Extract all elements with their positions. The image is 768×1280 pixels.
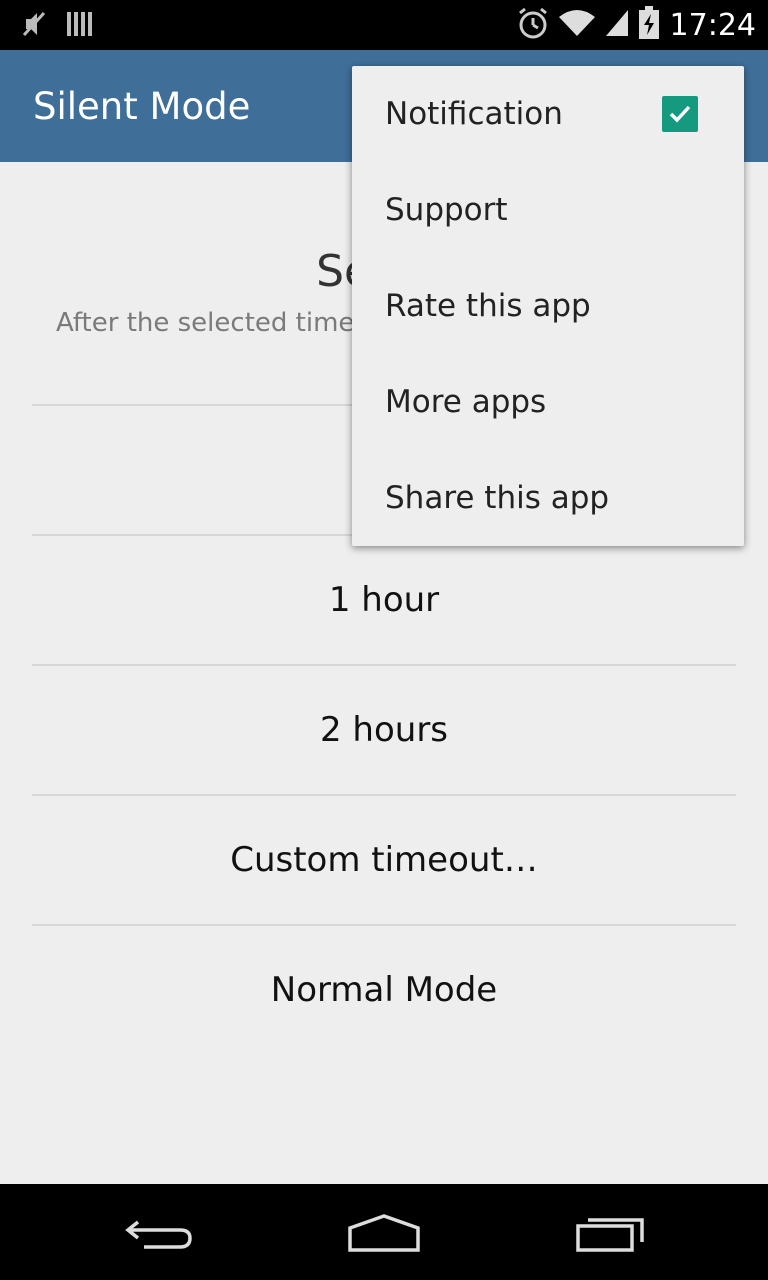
- barcode-icon: [66, 9, 94, 43]
- menu-item-share-app[interactable]: Share this app: [352, 450, 744, 546]
- navigation-bar: [0, 1184, 768, 1280]
- menu-item-label: Share this app: [385, 480, 610, 516]
- menu-item-label: Support: [385, 192, 508, 228]
- option-custom-timeout[interactable]: Custom timeout…: [32, 794, 736, 924]
- alarm-icon: [516, 6, 550, 44]
- menu-item-more-apps[interactable]: More apps: [352, 354, 744, 450]
- clock-time: 17:24: [669, 7, 756, 43]
- menu-item-notification[interactable]: Notification: [352, 66, 744, 162]
- recents-icon[interactable]: [574, 1214, 646, 1258]
- option-2-hours[interactable]: 2 hours: [32, 664, 736, 794]
- home-icon[interactable]: [346, 1214, 422, 1258]
- menu-item-label: Rate this app: [385, 288, 591, 324]
- wifi-icon: [558, 8, 596, 42]
- signal-icon: [604, 8, 630, 42]
- status-bar: 17:24: [0, 0, 768, 50]
- notification-checkbox[interactable]: [662, 96, 698, 132]
- checkmark-icon: [669, 105, 691, 123]
- option-1-hour[interactable]: 1 hour: [32, 534, 736, 664]
- mute-icon: [22, 9, 48, 43]
- menu-item-label: More apps: [385, 384, 547, 420]
- back-icon[interactable]: [124, 1214, 196, 1258]
- battery-icon: [638, 6, 660, 44]
- app-title: Silent Mode: [33, 85, 251, 128]
- menu-item-label: Notification: [385, 96, 563, 132]
- overflow-menu: Notification Support Rate this app More …: [352, 66, 744, 546]
- menu-item-rate-app[interactable]: Rate this app: [352, 258, 744, 354]
- option-normal-mode[interactable]: Normal Mode: [32, 924, 736, 1054]
- menu-item-support[interactable]: Support: [352, 162, 744, 258]
